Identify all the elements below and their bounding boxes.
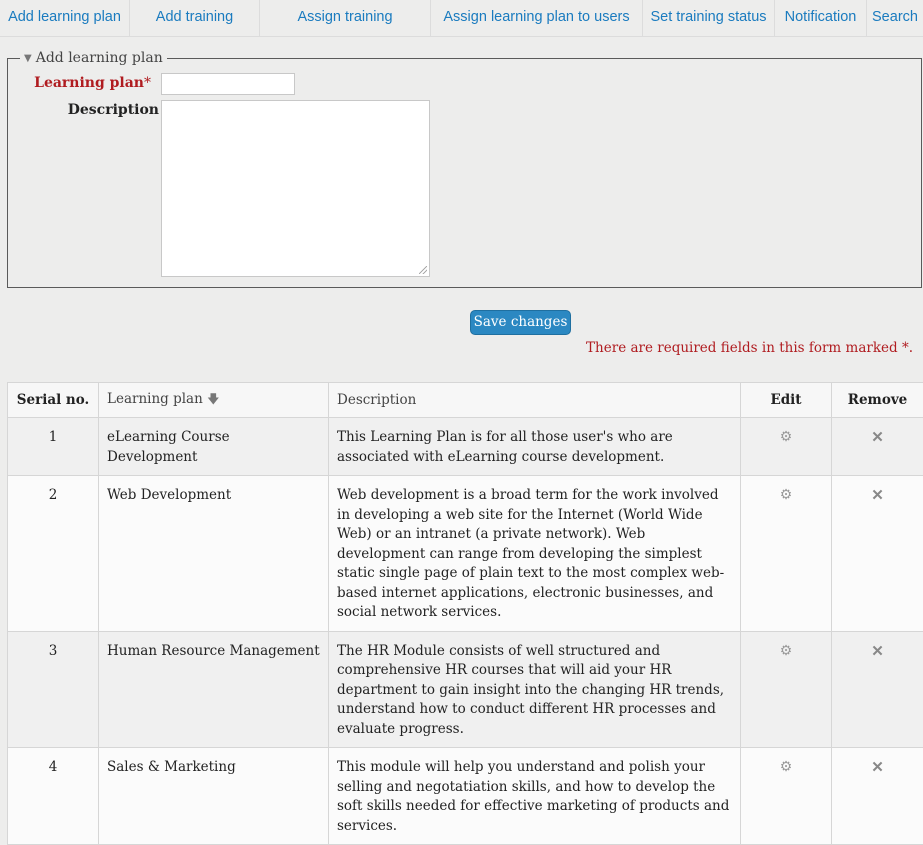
required-star: *	[144, 75, 151, 91]
close-icon[interactable]: ✕	[871, 642, 884, 660]
required-note-text: There are required fields in this form m…	[586, 340, 898, 356]
top-navigation: Add learning plan Add training Assign tr…	[0, 0, 923, 37]
header-remove: Remove	[832, 383, 923, 418]
row-serial: 2	[8, 476, 99, 632]
description-label: Description	[68, 102, 159, 118]
nav-assign-training[interactable]: Assign training	[260, 0, 431, 36]
header-edit: Edit	[741, 383, 832, 418]
add-learning-plan-form: ▼ Add learning plan Learning plan* Descr…	[7, 58, 922, 288]
gear-icon[interactable]: ⚙	[780, 759, 793, 775]
row-serial: 4	[8, 748, 99, 845]
close-icon[interactable]: ✕	[871, 486, 884, 504]
nav-assign-learning-plan-to-users[interactable]: Assign learning plan to users	[431, 0, 643, 36]
row-description: Web development is a broad term for the …	[329, 476, 741, 632]
row-edit: ⚙	[741, 418, 832, 476]
nav-add-training[interactable]: Add training	[130, 0, 260, 36]
form-legend-text: Add learning plan	[36, 50, 163, 66]
close-icon[interactable]: ✕	[871, 428, 884, 446]
table-header-row: Serial no. Learning plan 🡇 Description E…	[8, 383, 923, 418]
gear-icon[interactable]: ⚙	[780, 487, 793, 503]
table-row: 2 Web Development Web development is a b…	[8, 476, 923, 632]
description-textarea[interactable]	[161, 100, 430, 277]
collapse-triangle-icon[interactable]: ▼	[24, 53, 32, 64]
row-plan-name: Human Resource Management	[99, 631, 329, 748]
resize-grip-icon[interactable]	[419, 266, 427, 274]
row-remove: ✕	[832, 631, 923, 748]
row-description: This Learning Plan is for all those user…	[329, 418, 741, 476]
row-serial: 3	[8, 631, 99, 748]
row-serial: 1	[8, 418, 99, 476]
sort-arrow-down-icon[interactable]: 🡇	[207, 392, 219, 406]
row-remove: ✕	[832, 476, 923, 632]
nav-notification[interactable]: Notification	[775, 0, 867, 36]
table-row: 1 eLearning Course Development This Lear…	[8, 418, 923, 476]
close-icon[interactable]: ✕	[871, 758, 884, 776]
table-row: 3 Human Resource Management The HR Modul…	[8, 631, 923, 748]
gear-icon[interactable]: ⚙	[780, 643, 793, 659]
nav-search[interactable]: Search	[867, 0, 923, 36]
header-learning-plan-text: Learning plan	[107, 391, 203, 407]
header-learning-plan[interactable]: Learning plan 🡇	[99, 383, 329, 418]
required-note-star: *	[902, 340, 909, 356]
row-edit: ⚙	[741, 631, 832, 748]
form-legend[interactable]: ▼ Add learning plan	[20, 50, 167, 66]
row-description: The HR Module consists of well structure…	[329, 631, 741, 748]
learning-plan-label: Learning plan*	[34, 75, 151, 91]
save-changes-button[interactable]: Save changes	[470, 310, 571, 335]
row-remove: ✕	[832, 418, 923, 476]
row-remove: ✕	[832, 748, 923, 845]
learning-plan-input[interactable]	[161, 73, 295, 95]
row-edit: ⚙	[741, 748, 832, 845]
row-edit: ⚙	[741, 476, 832, 632]
required-note-end: .	[909, 340, 913, 356]
row-plan-name: Web Development	[99, 476, 329, 632]
row-plan-name: eLearning Course Development	[99, 418, 329, 476]
learning-plans-table: Serial no. Learning plan 🡇 Description E…	[7, 382, 923, 845]
nav-add-learning-plan[interactable]: Add learning plan	[0, 0, 130, 36]
table-row: 4 Sales & Marketing This module will hel…	[8, 748, 923, 845]
row-plan-name: Sales & Marketing	[99, 748, 329, 845]
header-serial-no: Serial no.	[8, 383, 99, 418]
learning-plan-label-text: Learning plan	[34, 75, 144, 91]
nav-set-training-status[interactable]: Set training status	[643, 0, 775, 36]
gear-icon[interactable]: ⚙	[780, 429, 793, 445]
header-description: Description	[329, 383, 741, 418]
required-fields-note: There are required fields in this form m…	[586, 340, 913, 356]
row-description: This module will help you understand and…	[329, 748, 741, 845]
